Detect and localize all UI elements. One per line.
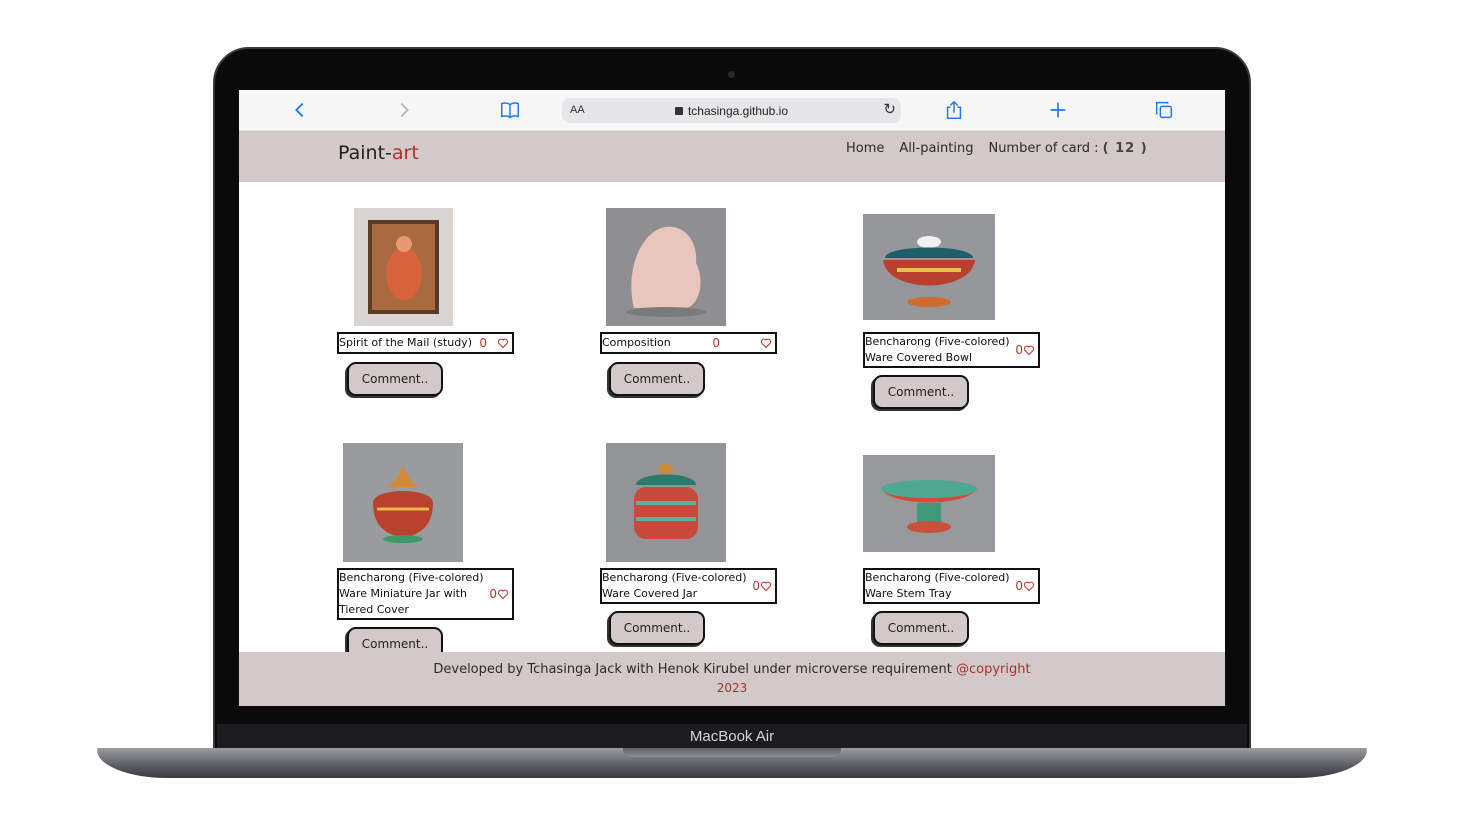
card-count-label: Number of card : bbox=[988, 141, 1099, 156]
artwork-image[interactable] bbox=[606, 208, 726, 326]
footer-text: Developed by Tchasinga Jack with Henok K… bbox=[239, 662, 1225, 677]
heart-icon[interactable] bbox=[1023, 344, 1035, 356]
artwork-image[interactable] bbox=[863, 455, 995, 552]
nav-card-count: Number of card : ( 12 ) bbox=[988, 141, 1147, 156]
bookmarks-icon[interactable] bbox=[498, 99, 522, 123]
browser-toolbar: AA tchasinga.github.io ↻ bbox=[239, 90, 1225, 131]
back-icon[interactable] bbox=[288, 99, 312, 123]
lock-icon bbox=[674, 107, 683, 115]
card-title-box: Composition 0 bbox=[600, 332, 777, 354]
forward-icon[interactable] bbox=[392, 99, 416, 123]
site-header: Paint-art Home All-painting Number of ca… bbox=[239, 131, 1225, 182]
card-title: Bencharong (Five-colored) Ware Covered B… bbox=[865, 335, 1010, 364]
like-count: 0 bbox=[489, 587, 497, 601]
artwork-image[interactable] bbox=[863, 214, 995, 320]
comment-button[interactable]: Comment.. bbox=[609, 362, 705, 396]
heart-icon[interactable] bbox=[1023, 580, 1035, 592]
card-title-box: Spirit of the Mail (study) 0 bbox=[337, 332, 514, 354]
like-count: 0 bbox=[1015, 343, 1023, 357]
card-title-box: Bencharong (Five-colored) Ware Miniature… bbox=[337, 568, 514, 620]
like-count: 0 bbox=[1015, 579, 1023, 593]
tabs-icon[interactable] bbox=[1152, 99, 1176, 123]
card-title-box: Bencharong (Five-colored) Ware Covered B… bbox=[863, 332, 1040, 368]
comment-button[interactable]: Comment.. bbox=[609, 611, 705, 645]
comment-button[interactable]: Comment.. bbox=[873, 611, 969, 645]
nav-home[interactable]: Home bbox=[846, 141, 884, 156]
url-text: tchasinga.github.io bbox=[687, 104, 789, 118]
card-title: Bencharong (Five-colored) Ware Covered J… bbox=[602, 571, 747, 600]
like-area: 0 bbox=[752, 578, 772, 594]
card-grid: Spirit of the Mail (study) 0 Comment.. C… bbox=[239, 182, 1225, 661]
heart-icon[interactable] bbox=[760, 337, 772, 349]
artwork-image[interactable] bbox=[354, 208, 453, 326]
nav-all-painting[interactable]: All-painting bbox=[899, 141, 973, 156]
like-area: 0 bbox=[712, 335, 772, 351]
like-count: 0 bbox=[712, 336, 720, 350]
like-count: 0 bbox=[479, 336, 487, 350]
card-title-box: Bencharong (Five-colored) Ware Stem Tray… bbox=[863, 568, 1040, 604]
address-bar[interactable]: AA tchasinga.github.io ↻ bbox=[562, 98, 901, 123]
heart-icon[interactable] bbox=[760, 580, 772, 592]
card-title: Bencharong (Five-colored) Ware Stem Tray bbox=[865, 571, 1010, 600]
comment-button[interactable]: Comment.. bbox=[873, 375, 969, 409]
footer-credit: Developed by Tchasinga Jack with Henok K… bbox=[433, 662, 957, 677]
like-area: 0 bbox=[479, 335, 509, 351]
artwork-image[interactable] bbox=[606, 443, 726, 562]
new-tab-icon[interactable] bbox=[1046, 99, 1070, 123]
heart-icon[interactable] bbox=[497, 337, 509, 349]
like-area: 0 bbox=[489, 586, 509, 602]
logo-main: Paint- bbox=[338, 142, 392, 164]
site-logo[interactable]: Paint-art bbox=[338, 142, 419, 164]
card-title: Composition bbox=[602, 336, 671, 349]
comment-button[interactable]: Comment.. bbox=[347, 362, 443, 396]
heart-icon[interactable] bbox=[497, 588, 509, 600]
like-area: 0 bbox=[1015, 578, 1035, 594]
reload-icon[interactable]: ↻ bbox=[883, 100, 896, 118]
card-title: Spirit of the Mail (study) bbox=[339, 336, 472, 349]
laptop-notch bbox=[623, 748, 841, 757]
card-title: Bencharong (Five-colored) Ware Miniature… bbox=[339, 571, 484, 616]
camera bbox=[728, 71, 735, 78]
like-area: 0 bbox=[1015, 342, 1035, 358]
artwork-image[interactable] bbox=[343, 443, 463, 562]
main-nav: Home All-painting Number of card : ( 12 … bbox=[846, 141, 1148, 156]
share-icon[interactable] bbox=[942, 99, 966, 123]
screen: AA tchasinga.github.io ↻ Paint-art Home … bbox=[239, 90, 1225, 706]
model-label: MacBook Air bbox=[689, 728, 775, 745]
url-text-wrap: tchasinga.github.io bbox=[562, 104, 901, 118]
card-count-value: ( 12 ) bbox=[1102, 141, 1148, 156]
like-count: 0 bbox=[752, 579, 760, 593]
logo-accent: art bbox=[391, 142, 419, 164]
site-footer: Developed by Tchasinga Jack with Henok K… bbox=[239, 652, 1225, 706]
footer-copyright[interactable]: @copyright bbox=[956, 662, 1031, 677]
footer-year: 2023 bbox=[716, 681, 748, 695]
card-title-box: Bencharong (Five-colored) Ware Covered J… bbox=[600, 568, 777, 604]
